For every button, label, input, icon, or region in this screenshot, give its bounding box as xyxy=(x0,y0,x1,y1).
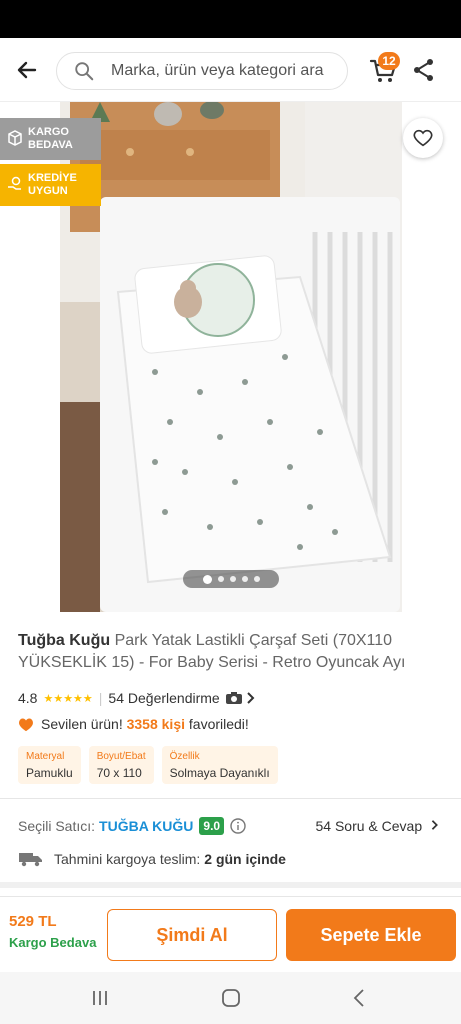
gallery-pagination[interactable] xyxy=(183,570,279,588)
recent-apps-icon[interactable] xyxy=(88,986,112,1010)
star-rating-icon: ★★★★★ xyxy=(43,692,93,705)
cart-count-badge: 12 xyxy=(378,52,400,70)
divider: | xyxy=(98,690,103,706)
search-box[interactable] xyxy=(56,52,348,90)
seller-name-link[interactable]: TUĞBA KUĞU xyxy=(99,818,193,834)
product-gallery[interactable]: KARGO BEDAVA KREDİYE UYGUN xyxy=(0,102,461,620)
chevron-right-icon xyxy=(431,820,438,830)
attribute-chip: Materyal Pamuklu xyxy=(18,746,81,784)
product-title: Tuğba Kuğu Park Yatak Lastikli Çarşaf Se… xyxy=(18,630,448,674)
kredi-badge-line2: UYGUN xyxy=(28,185,68,197)
camera-icon xyxy=(225,692,242,704)
gallery-dot[interactable] xyxy=(202,574,212,584)
share-icon[interactable] xyxy=(410,56,438,84)
section-divider xyxy=(0,798,461,799)
credit-badge: KREDİYE UYGUN xyxy=(0,164,101,206)
attribute-chip: Özellik Solmaya Dayanıklı xyxy=(161,746,278,784)
kredi-badge-line1: KREDİYE xyxy=(28,172,77,184)
seller-score-badge: 9.0 xyxy=(199,817,225,835)
system-nav-bar xyxy=(0,972,461,1024)
home-icon[interactable] xyxy=(219,986,243,1010)
top-bar: 12 xyxy=(0,38,461,102)
bottom-action-bar: 529 TL Kargo Bedava Şimdi Al Sepete Ekle xyxy=(0,896,461,972)
favorite-suffix: favoriledi! xyxy=(188,716,249,732)
qa-link[interactable]: 54 Soru & Cevap xyxy=(315,818,440,834)
shipping-value: 2 gün içinde xyxy=(204,851,286,867)
seller-label: Seçili Satıcı: xyxy=(18,818,96,834)
attribute-key: Materyal xyxy=(26,751,65,762)
back-nav-icon[interactable] xyxy=(348,986,372,1010)
coin-hand-icon xyxy=(8,176,21,190)
search-icon xyxy=(75,62,94,81)
buy-now-button[interactable]: Şimdi Al xyxy=(107,909,277,961)
box-icon xyxy=(8,130,22,146)
qa-label: 54 Soru & Cevap xyxy=(315,818,423,834)
favorite-count: 3358 kişi xyxy=(126,716,185,732)
gallery-dot[interactable] xyxy=(241,576,248,582)
favorite-info: Sevilen ürün! 3358 kişi favoriledi! xyxy=(18,716,249,732)
free-shipping-label: Kargo Bedava xyxy=(9,935,97,950)
review-count[interactable]: 54 Değerlendirme xyxy=(108,690,219,706)
product-image[interactable] xyxy=(60,102,402,612)
attribute-list: Materyal Pamuklu Boyut/Ebat 70 x 110 Öze… xyxy=(18,746,278,784)
kargo-badge-line1: KARGO xyxy=(28,126,69,138)
gallery-dot[interactable] xyxy=(217,576,224,582)
truck-icon xyxy=(19,853,42,867)
back-arrow-icon[interactable] xyxy=(10,54,44,86)
attribute-key: Boyut/Ebat xyxy=(96,751,146,762)
attribute-value: Pamuklu xyxy=(26,766,73,780)
rating-value: 4.8 xyxy=(18,690,38,706)
chevron-right-icon xyxy=(247,692,255,704)
free-shipping-badge: KARGO BEDAVA xyxy=(0,118,101,160)
shipping-estimate: Tahmini kargoya teslim: 2 gün içinde xyxy=(18,848,286,870)
shipping-label: Tahmini kargoya teslim: xyxy=(54,851,201,867)
attribute-chip: Boyut/Ebat 70 x 110 xyxy=(88,746,154,784)
gallery-dot[interactable] xyxy=(253,576,260,582)
favorite-prefix: Sevilen ürün! xyxy=(41,716,123,732)
kargo-badge-line2: BEDAVA xyxy=(28,139,73,151)
attribute-value: Solmaya Dayanıklı xyxy=(169,766,270,780)
heart-icon xyxy=(19,718,33,731)
favorite-heart-icon[interactable] xyxy=(403,118,443,158)
search-input[interactable] xyxy=(111,62,341,80)
attribute-key: Özellik xyxy=(169,751,200,762)
price: 529 TL xyxy=(9,913,57,930)
brand-name[interactable]: Tuğba Kuğu xyxy=(18,632,110,649)
product-info: Tuğba Kuğu Park Yatak Lastikli Çarşaf Se… xyxy=(18,630,448,784)
add-to-cart-button[interactable]: Sepete Ekle xyxy=(286,909,456,961)
section-divider xyxy=(0,882,461,888)
seller-row: Seçili Satıcı: TUĞBA KUĞU 9.0 54 Soru & … xyxy=(18,815,446,837)
gallery-dot[interactable] xyxy=(229,576,236,582)
info-icon[interactable] xyxy=(230,818,246,834)
attribute-value: 70 x 110 xyxy=(96,766,142,780)
rating-row[interactable]: 4.8 ★★★★★ | 54 Değerlendirme xyxy=(18,690,256,706)
status-bar xyxy=(0,0,461,38)
